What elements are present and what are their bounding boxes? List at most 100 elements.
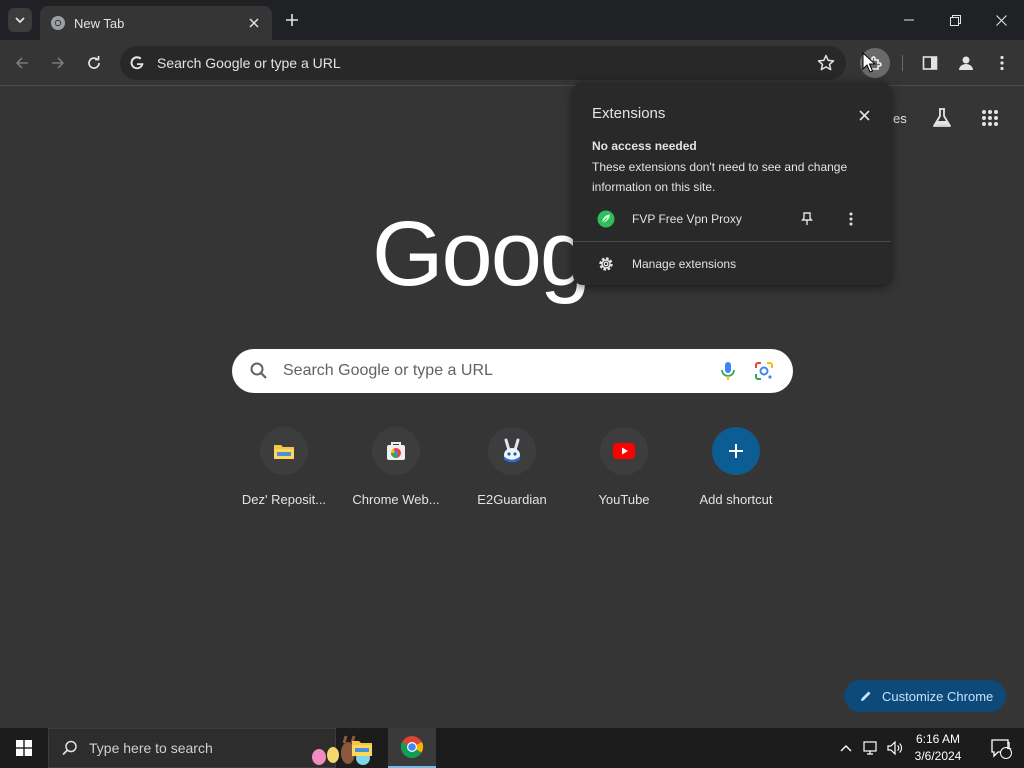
clock-time: 6:16 AM [915,732,961,746]
section-heading: No access needed [592,139,697,153]
chevron-up-icon [840,745,852,752]
e2guardian-icon [503,438,521,463]
new-tab-button[interactable] [282,10,302,30]
minimize-icon [904,19,914,21]
folder-icon [274,445,294,459]
ntp-search-placeholder: Search Google or type a URL [283,362,493,379]
reload-icon [88,56,100,69]
labs-button[interactable] [928,104,956,132]
shortcut-icon-circle [600,427,648,475]
youtube-icon [613,443,635,459]
shortcut-icon-circle [712,427,760,475]
tab-close-button[interactable] [246,15,262,31]
omnibox-placeholder: Search Google or type a URL [157,55,341,71]
customize-chrome-button[interactable]: Customize Chrome [844,680,1006,712]
bookmark-star-icon[interactable] [816,53,836,73]
file-explorer-taskbar-button[interactable] [338,728,386,768]
volume-tray-button[interactable] [884,728,906,768]
images-link-partial[interactable]: es [893,111,907,126]
extensions-popup: Extensions No access needed These extens… [573,82,891,285]
gear-icon [599,257,613,271]
shortcut-tile[interactable]: YouTube [568,427,680,517]
clock-date: 3/6/2024 [914,749,962,763]
section-description: These extensions don't need to see and c… [592,160,848,194]
manage-extensions-item[interactable]: Manage extensions [573,252,891,276]
google-lens-icon[interactable] [753,360,775,382]
extension-item[interactable]: FVP Free Vpn Proxy [573,206,891,232]
chevron-down-icon [15,17,25,24]
microphone-icon[interactable] [717,360,739,382]
plus-icon [286,14,298,26]
back-button[interactable] [8,49,36,77]
shortcut-label: E2Guardian [477,492,547,507]
show-hidden-icons-button[interactable] [836,728,856,768]
pin-extension-button[interactable] [797,209,817,229]
mouse-cursor-icon [862,52,876,73]
arrow-left-icon [15,57,28,69]
extension-name: FVP Free Vpn Proxy [632,212,742,226]
tab-title: New Tab [74,15,125,31]
notifications-button[interactable]: 1 [978,728,1024,768]
popup-divider [573,241,891,242]
shortcut-tile[interactable]: Chrome Web... [340,427,452,517]
flask-icon [933,108,951,127]
google-g-icon [130,56,144,70]
profile-icon [959,56,973,70]
kebab-menu-icon [1000,55,1004,71]
side-panel-icon [922,56,938,70]
pin-icon [801,212,813,225]
manage-extensions-label: Manage extensions [632,257,737,271]
menu-button[interactable] [988,49,1016,77]
shortcut-tile[interactable]: E2Guardian [456,427,568,517]
shortcut-label: Chrome Web... [352,492,440,507]
chrome-icon [400,736,424,758]
shortcut-label: Dez' Reposit... [241,492,327,507]
folder-icon [352,741,372,756]
extension-more-button[interactable] [841,209,861,229]
pencil-icon [861,691,871,701]
vpn-leaf-icon [597,210,615,228]
omnibox[interactable]: Search Google or type a URL [120,46,846,80]
start-button[interactable] [0,728,48,768]
customize-label: Customize Chrome [882,688,994,704]
kebab-menu-icon [849,212,853,226]
profile-button[interactable] [952,49,980,77]
restore-icon [949,14,961,26]
tab-new-tab[interactable]: New Tab [40,6,272,40]
google-apps-button[interactable] [976,104,1004,132]
windows-logo-icon [16,740,32,756]
minimize-button[interactable] [886,0,932,40]
ntp-search-box[interactable]: Search Google or type a URL [232,349,793,393]
network-icon [863,741,877,755]
network-tray-button[interactable] [860,728,882,768]
close-window-button[interactable] [978,0,1024,40]
taskbar: Type here to search 6:16 AM 3/6/2024 1 [0,728,1024,768]
reload-button[interactable] [80,49,108,77]
plus-icon [729,444,743,458]
forward-button[interactable] [44,49,72,77]
chrome-web-store-icon [387,442,405,460]
search-icon [250,362,267,379]
add-shortcut-tile[interactable]: Add shortcut [680,427,792,517]
close-icon [858,109,870,121]
shortcut-label: Add shortcut [699,492,773,507]
taskbar-search-placeholder: Type here to search [89,740,213,756]
popup-close-button[interactable] [853,104,875,126]
restore-button[interactable] [932,0,978,40]
chrome-taskbar-button[interactable] [388,728,436,768]
title-bar: New Tab [0,0,1024,40]
toolbar-divider [902,55,903,71]
chrome-icon [51,16,65,30]
search-icon [62,740,77,756]
taskbar-search-box[interactable]: Type here to search [48,728,370,768]
tab-search-button[interactable] [8,8,32,32]
close-icon [249,18,259,28]
side-panel-button[interactable] [916,49,944,77]
taskbar-clock[interactable]: 6:16 AM 3/6/2024 [906,731,970,765]
arrow-right-icon [52,57,65,69]
shortcut-tile[interactable]: Dez' Reposit... [228,427,340,517]
apps-grid-icon [982,110,998,126]
shortcut-label: YouTube [598,492,650,507]
notification-count: 1 [1006,741,1012,752]
popup-title: Extensions [592,105,666,122]
